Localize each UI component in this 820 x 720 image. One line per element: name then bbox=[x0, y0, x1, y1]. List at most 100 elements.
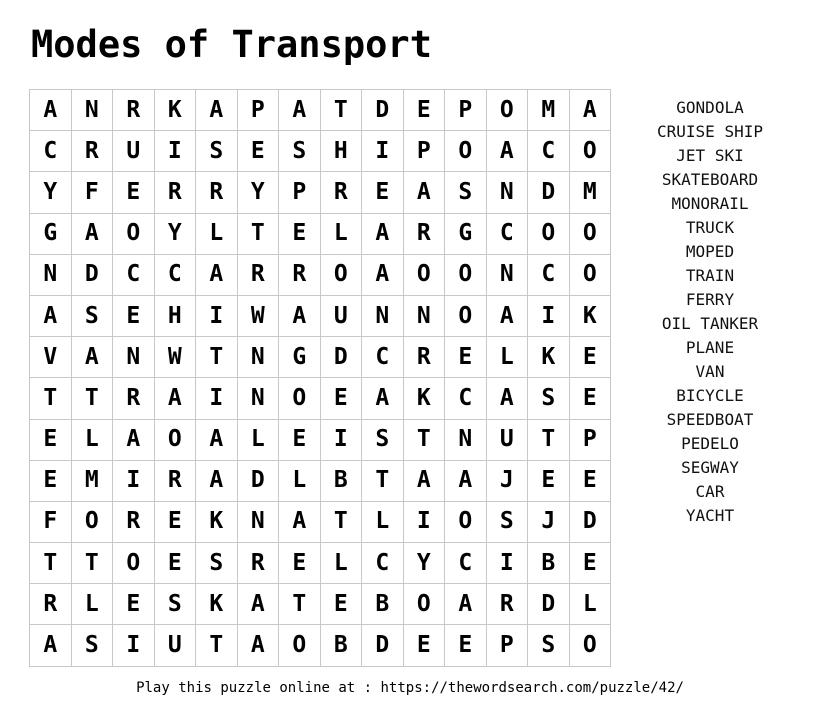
grid-cell[interactable]: P bbox=[444, 88, 487, 132]
grid-cell[interactable]: K bbox=[195, 500, 238, 544]
grid-cell[interactable]: M bbox=[568, 171, 611, 214]
grid-cell[interactable]: N bbox=[70, 88, 113, 132]
grid-cell[interactable]: E bbox=[568, 542, 611, 585]
grid-cell[interactable]: F bbox=[29, 500, 72, 544]
grid-cell[interactable]: O bbox=[568, 253, 611, 296]
grid-cell[interactable]: S bbox=[70, 624, 113, 667]
grid-cell[interactable]: R bbox=[485, 583, 528, 626]
grid-cell[interactable]: I bbox=[527, 294, 570, 338]
grid-cell[interactable]: T bbox=[195, 336, 238, 379]
grid-cell[interactable]: W bbox=[153, 336, 196, 379]
grid-cell[interactable]: E bbox=[112, 294, 155, 338]
grid-cell[interactable]: G bbox=[278, 336, 321, 379]
grid-cell[interactable]: T bbox=[361, 459, 404, 502]
grid-cell[interactable]: O bbox=[568, 212, 611, 255]
grid-cell[interactable]: O bbox=[278, 377, 321, 420]
grid-cell[interactable]: S bbox=[527, 624, 570, 667]
grid-cell[interactable]: T bbox=[29, 377, 72, 420]
grid-cell[interactable]: C bbox=[485, 212, 528, 255]
grid-cell[interactable]: I bbox=[361, 130, 404, 173]
grid-cell[interactable]: L bbox=[195, 212, 238, 255]
grid-cell[interactable]: L bbox=[568, 583, 611, 626]
grid-cell[interactable]: I bbox=[319, 418, 362, 461]
grid-cell[interactable]: T bbox=[319, 88, 362, 132]
grid-cell[interactable]: O bbox=[444, 130, 487, 173]
grid-cell[interactable]: L bbox=[361, 500, 404, 544]
grid-cell[interactable]: C bbox=[444, 377, 487, 420]
grid-cell[interactable]: T bbox=[70, 542, 113, 585]
grid-cell[interactable]: U bbox=[112, 130, 155, 173]
grid-cell[interactable]: A bbox=[29, 294, 72, 338]
grid-cell[interactable]: O bbox=[527, 212, 570, 255]
grid-cell[interactable]: S bbox=[527, 377, 570, 420]
grid-cell[interactable]: T bbox=[527, 418, 570, 461]
grid-cell[interactable]: E bbox=[236, 130, 279, 173]
grid-cell[interactable]: O bbox=[568, 130, 611, 173]
grid-cell[interactable]: E bbox=[278, 212, 321, 255]
grid-cell[interactable]: O bbox=[70, 500, 113, 544]
grid-cell[interactable]: A bbox=[568, 88, 611, 132]
grid-cell[interactable]: D bbox=[319, 336, 362, 379]
grid-cell[interactable]: R bbox=[319, 171, 362, 214]
grid-cell[interactable]: R bbox=[402, 336, 445, 379]
grid-cell[interactable]: E bbox=[444, 336, 487, 379]
grid-cell[interactable]: O bbox=[319, 253, 362, 296]
grid-cell[interactable]: D bbox=[568, 500, 611, 544]
grid-cell[interactable]: T bbox=[319, 500, 362, 544]
grid-cell[interactable]: R bbox=[29, 583, 72, 626]
grid-cell[interactable]: D bbox=[527, 171, 570, 214]
grid-cell[interactable]: N bbox=[485, 171, 528, 214]
grid-cell[interactable]: E bbox=[112, 583, 155, 626]
grid-cell[interactable]: R bbox=[70, 130, 113, 173]
grid-cell[interactable]: R bbox=[236, 542, 279, 585]
grid-cell[interactable]: T bbox=[29, 542, 72, 585]
grid-cell[interactable]: H bbox=[319, 130, 362, 173]
grid-cell[interactable]: O bbox=[568, 624, 611, 667]
grid-cell[interactable]: A bbox=[278, 294, 321, 338]
grid-cell[interactable]: T bbox=[402, 418, 445, 461]
grid-cell[interactable]: E bbox=[153, 500, 196, 544]
grid-cell[interactable]: S bbox=[153, 583, 196, 626]
grid-cell[interactable]: T bbox=[195, 624, 238, 667]
grid-cell[interactable]: O bbox=[444, 253, 487, 296]
grid-cell[interactable]: D bbox=[70, 253, 113, 296]
grid-cell[interactable]: L bbox=[319, 542, 362, 585]
grid-cell[interactable]: A bbox=[236, 583, 279, 626]
grid-cell[interactable]: B bbox=[319, 459, 362, 502]
grid-cell[interactable]: R bbox=[112, 377, 155, 420]
grid-cell[interactable]: J bbox=[485, 459, 528, 502]
grid-cell[interactable]: L bbox=[236, 418, 279, 461]
grid-cell[interactable]: M bbox=[527, 88, 570, 132]
grid-cell[interactable]: O bbox=[485, 88, 528, 132]
grid-cell[interactable]: I bbox=[195, 377, 238, 420]
grid-cell[interactable]: C bbox=[112, 253, 155, 296]
grid-cell[interactable]: L bbox=[319, 212, 362, 255]
grid-cell[interactable]: N bbox=[236, 500, 279, 544]
grid-cell[interactable]: T bbox=[70, 377, 113, 420]
grid-cell[interactable]: R bbox=[278, 253, 321, 296]
grid-cell[interactable]: A bbox=[70, 212, 113, 255]
grid-cell[interactable]: R bbox=[112, 88, 155, 132]
grid-cell[interactable]: Y bbox=[153, 212, 196, 255]
grid-cell[interactable]: I bbox=[195, 294, 238, 338]
grid-cell[interactable]: S bbox=[361, 418, 404, 461]
grid-cell[interactable]: L bbox=[70, 418, 113, 461]
grid-cell[interactable]: C bbox=[153, 253, 196, 296]
grid-cell[interactable]: N bbox=[236, 336, 279, 379]
grid-cell[interactable]: S bbox=[70, 294, 113, 338]
grid-cell[interactable]: E bbox=[29, 418, 72, 461]
grid-cell[interactable]: D bbox=[361, 624, 404, 667]
grid-cell[interactable]: R bbox=[195, 171, 238, 214]
grid-cell[interactable]: A bbox=[444, 459, 487, 502]
grid-cell[interactable]: O bbox=[402, 583, 445, 626]
grid-cell[interactable]: C bbox=[527, 253, 570, 296]
grid-cell[interactable]: A bbox=[195, 459, 238, 502]
grid-cell[interactable]: I bbox=[153, 130, 196, 173]
grid-cell[interactable]: A bbox=[278, 88, 321, 132]
grid-cell[interactable]: D bbox=[361, 88, 404, 132]
grid-cell[interactable]: U bbox=[319, 294, 362, 338]
grid-cell[interactable]: O bbox=[112, 542, 155, 585]
grid-cell[interactable]: N bbox=[29, 253, 72, 296]
grid-cell[interactable]: U bbox=[153, 624, 196, 667]
grid-cell[interactable]: R bbox=[236, 253, 279, 296]
